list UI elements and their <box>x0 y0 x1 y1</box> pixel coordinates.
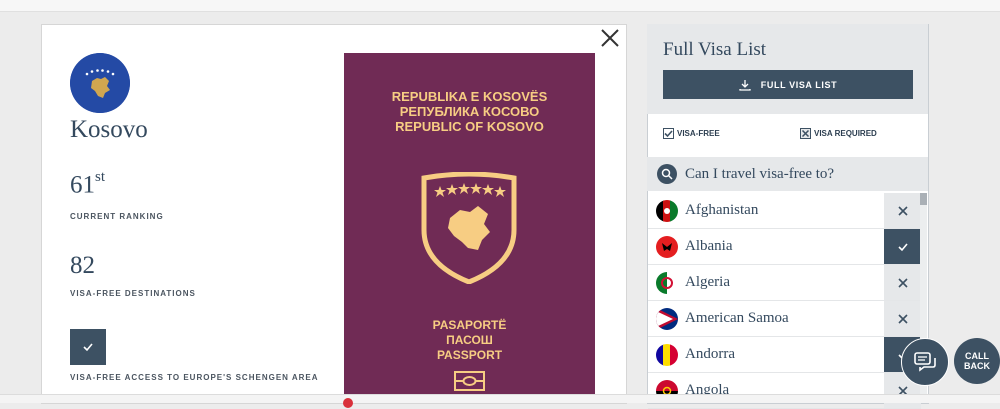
coat-of-arms-icon <box>421 172 517 284</box>
country-list: Afghanistan Albania Algeria American Sam… <box>648 193 921 409</box>
country-name: Albania <box>685 238 733 254</box>
schengen-check-badge <box>70 329 106 365</box>
visa-required-status[interactable] <box>884 301 921 336</box>
call-back-line2: BACK <box>964 361 990 371</box>
destinations-value: 82 <box>70 252 95 279</box>
kosovo-flag-icon <box>70 53 130 113</box>
biometric-chip-icon <box>454 371 485 391</box>
passport-line-albanian: REPUBLIKA E KOSOVËS <box>391 89 548 104</box>
call-back-line1: CALL <box>965 351 989 361</box>
passport-word-albanian: PASAPORTË <box>432 318 507 332</box>
list-item[interactable]: Angola <box>648 373 921 409</box>
call-back-button[interactable]: CALL BACK <box>954 338 1000 384</box>
visa-list-header <box>647 24 928 114</box>
list-item[interactable]: Afghanistan <box>648 193 921 229</box>
legend-visa-required: VISA REQUIRED <box>800 128 877 139</box>
notification-dot <box>343 398 353 408</box>
legend-visa-free-label: VISA-FREE <box>677 129 720 138</box>
passport-cover: REPUBLIKA E KOSOVËS РЕПУБЛИКА КОСОВО REP… <box>344 53 595 402</box>
x-icon <box>897 205 908 216</box>
visa-free-status[interactable] <box>884 229 921 264</box>
close-icon[interactable] <box>598 26 622 50</box>
panel-title: Full Visa List <box>663 39 767 60</box>
passport-word-serbian: ПАСОШ <box>446 333 493 347</box>
chat-icon <box>914 352 936 372</box>
american-samoa-flag-icon <box>656 308 678 330</box>
ranking-label: CURRENT RANKING <box>70 212 164 221</box>
schengen-label: VISA-FREE ACCESS TO EUROPE'S SCHENGEN AR… <box>70 373 319 382</box>
check-icon <box>897 242 908 251</box>
andorra-flag-icon <box>656 344 678 366</box>
search-input[interactable]: Can I travel visa-free to? <box>685 166 834 183</box>
list-item[interactable]: Andorra <box>648 337 921 373</box>
albania-flag-icon <box>656 236 678 258</box>
list-item[interactable]: Albania <box>648 229 921 265</box>
full-visa-list-button[interactable]: FULL VISA LIST <box>663 70 913 99</box>
algeria-flag-icon <box>656 272 678 294</box>
afghanistan-flag-icon <box>656 200 678 222</box>
top-bar <box>0 0 1000 12</box>
destinations-label: VISA-FREE DESTINATIONS <box>70 289 196 298</box>
download-icon <box>739 79 751 91</box>
legend-visa-free: VISA-FREE <box>663 128 720 139</box>
visa-required-status[interactable] <box>884 265 921 300</box>
full-visa-list-label: FULL VISA LIST <box>760 79 838 90</box>
country-name: American Samoa <box>685 310 789 326</box>
visa-required-status[interactable] <box>884 193 921 228</box>
x-icon <box>800 128 811 139</box>
legend-visa-required-label: VISA REQUIRED <box>814 129 877 138</box>
country-name: Algeria <box>685 274 730 290</box>
list-scrollbar-thumb[interactable] <box>920 193 927 205</box>
check-icon <box>83 343 93 352</box>
search-icon <box>657 164 677 184</box>
passport-line-english: REPUBLIC OF KOSOVO <box>395 119 544 134</box>
passport-line-serbian: РЕПУБЛИКА КОСОВО <box>399 104 540 119</box>
check-icon <box>663 128 674 139</box>
ranking-value: 61st <box>70 169 106 199</box>
list-item[interactable]: American Samoa <box>648 301 921 337</box>
country-name: Afghanistan <box>685 202 759 218</box>
passport-word-english: PASSPORT <box>436 348 503 362</box>
chat-button[interactable] <box>901 338 949 386</box>
list-item[interactable]: Algeria <box>648 265 921 301</box>
ranking-suffix: st <box>95 169 106 185</box>
x-icon <box>897 313 908 324</box>
country-name: Kosovo <box>70 116 148 143</box>
x-icon <box>897 277 908 288</box>
country-name: Andorra <box>685 346 735 362</box>
